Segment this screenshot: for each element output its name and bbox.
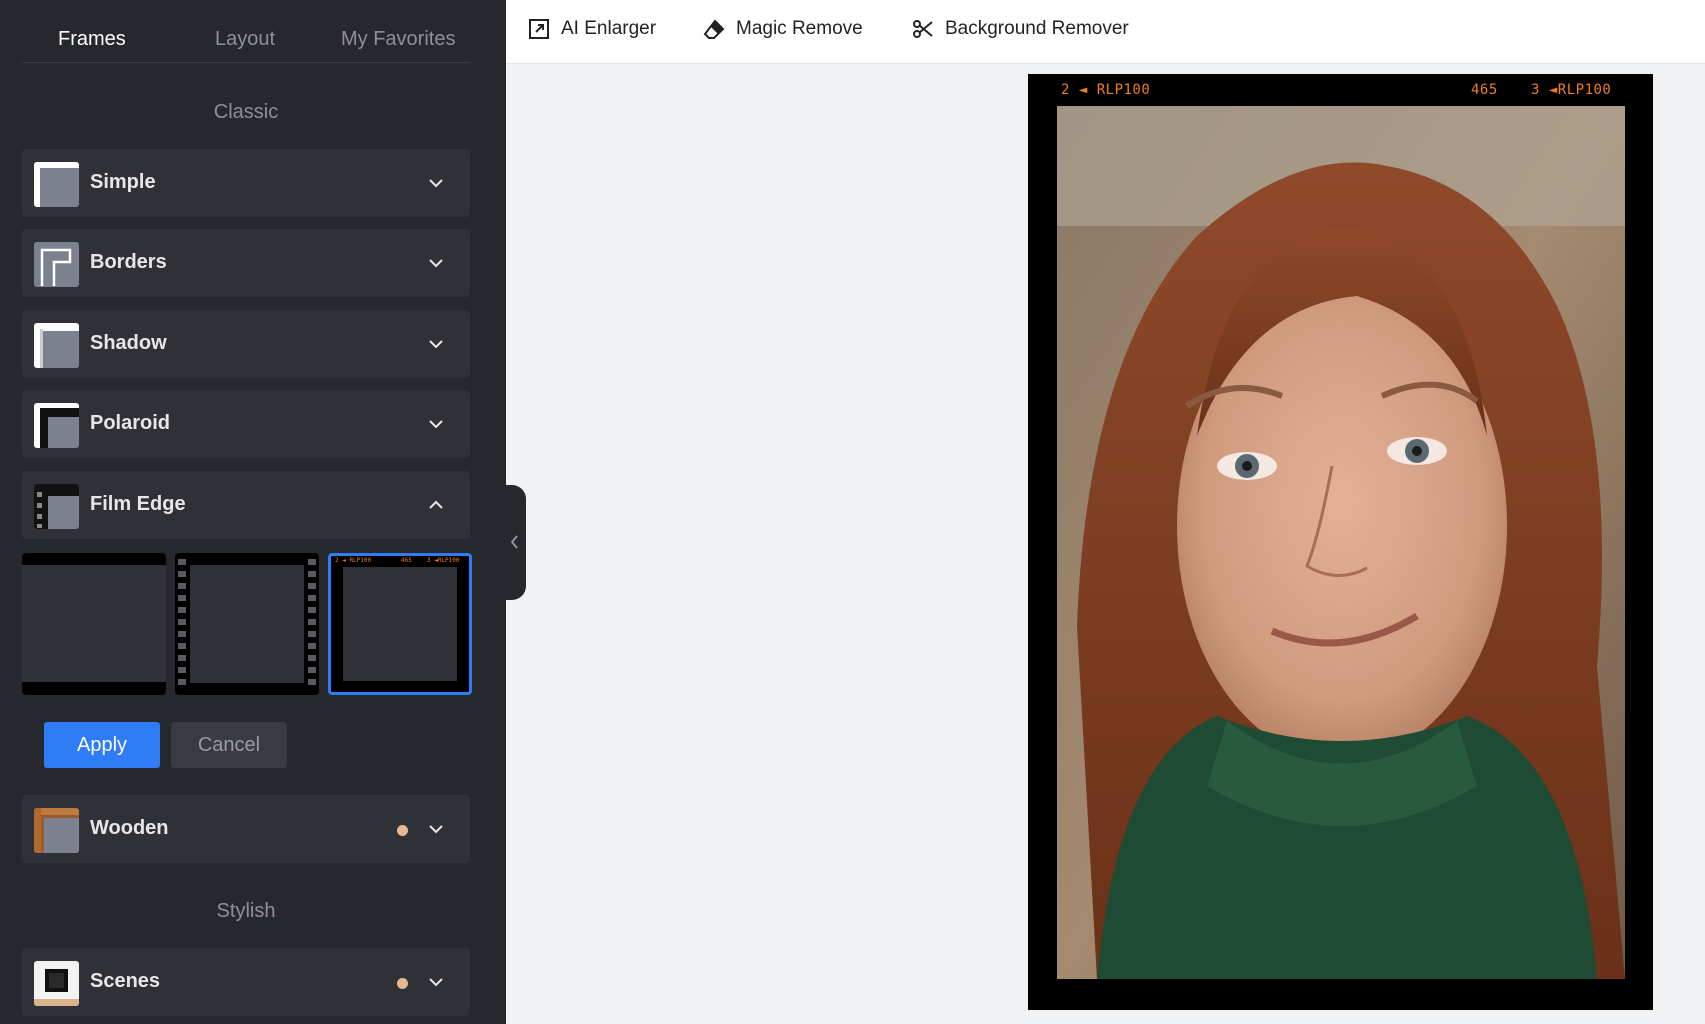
top-toolbar: AI Enlarger Magic Remove Background Remo… — [506, 0, 1705, 64]
portrait-photo — [1057, 106, 1625, 979]
frame-category-borders[interactable]: Borders — [22, 229, 470, 297]
tab-layout[interactable]: Layout — [215, 28, 275, 51]
premium-dot-icon — [397, 825, 408, 836]
chevron-down-icon — [429, 420, 443, 429]
frame-category-label: Wooden — [90, 817, 169, 839]
chevron-down-icon — [429, 978, 443, 987]
chevron-up-icon — [429, 500, 443, 509]
scenes-thumbnail — [34, 961, 79, 1006]
chevron-left-icon — [510, 535, 518, 549]
collapse-sidebar-button[interactable] — [504, 485, 526, 600]
film-edge-option-labeled[interactable]: 2 ◄ RLP100 465 3 ◄RLP100 — [328, 553, 472, 695]
mini-film-text-right: 3 ◄RLP100 — [427, 557, 460, 564]
film-edge-option-plain[interactable] — [22, 553, 166, 695]
scissors-icon — [913, 20, 933, 38]
frame-category-label: Borders — [90, 251, 167, 273]
ai-enlarger-button[interactable]: AI Enlarger — [528, 16, 656, 42]
frame-category-scenes[interactable]: Scenes — [22, 948, 470, 1016]
tab-frames[interactable]: Frames — [58, 28, 126, 51]
tool-label: Background Remover — [945, 18, 1129, 39]
frame-category-shadow[interactable]: Shadow — [22, 310, 470, 378]
cancel-button[interactable]: Cancel — [171, 722, 287, 768]
shadow-thumbnail — [34, 323, 79, 368]
film-edge-frame-preview: 2 ◄ RLP100 465 3 ◄RLP100 — [1028, 74, 1653, 1010]
magic-remove-button[interactable]: Magic Remove — [703, 16, 863, 42]
chevron-down-icon — [429, 825, 443, 834]
frame-category-label: Film Edge — [90, 493, 186, 515]
frame-category-label: Scenes — [90, 970, 161, 992]
chevron-down-icon — [429, 340, 443, 349]
frame-category-label: Shadow — [90, 332, 167, 354]
frame-category-wooden[interactable]: Wooden — [22, 795, 470, 863]
sidebar-tabs: Frames Layout My Favorites — [22, 0, 470, 63]
tab-my-favorites[interactable]: My Favorites — [341, 28, 455, 51]
apply-button[interactable]: Apply — [44, 722, 160, 768]
film-edge-thumbnail — [34, 484, 79, 529]
simple-thumbnail — [34, 162, 79, 207]
polaroid-thumbnail — [34, 403, 79, 448]
film-text-right: 3 ◄RLP100 — [1531, 82, 1612, 98]
frame-category-label: Polaroid — [90, 412, 171, 434]
chevron-down-icon — [429, 259, 443, 268]
premium-dot-icon — [397, 978, 408, 989]
tool-label: Magic Remove — [736, 18, 863, 39]
enlarge-icon — [529, 19, 549, 39]
film-text-left: 2 ◄ RLP100 — [1061, 82, 1151, 98]
borders-thumbnail — [34, 242, 79, 287]
film-text-mid: 465 — [1471, 82, 1498, 98]
frame-category-film-edge[interactable]: Film Edge — [22, 471, 470, 539]
film-edge-option-sprockets[interactable] — [175, 553, 319, 695]
section-title-classic: Classic — [213, 101, 279, 123]
frames-sidebar: Frames Layout My Favorites Classic Simpl… — [0, 0, 506, 1024]
mini-film-window — [343, 567, 457, 681]
mini-film-text-mid: 465 — [401, 557, 412, 564]
wooden-thumbnail — [34, 808, 79, 853]
frame-category-label: Simple — [90, 171, 156, 193]
background-remover-button[interactable]: Background Remover — [912, 16, 1129, 42]
tool-label: AI Enlarger — [561, 18, 657, 39]
chevron-down-icon — [429, 179, 443, 188]
section-title-stylish: Stylish — [216, 900, 276, 922]
frame-category-simple[interactable]: Simple — [22, 149, 470, 217]
frame-category-polaroid[interactable]: Polaroid — [22, 390, 470, 458]
eraser-icon — [703, 19, 725, 39]
mini-film-text-left: 2 ◄ RLP100 — [335, 557, 372, 564]
